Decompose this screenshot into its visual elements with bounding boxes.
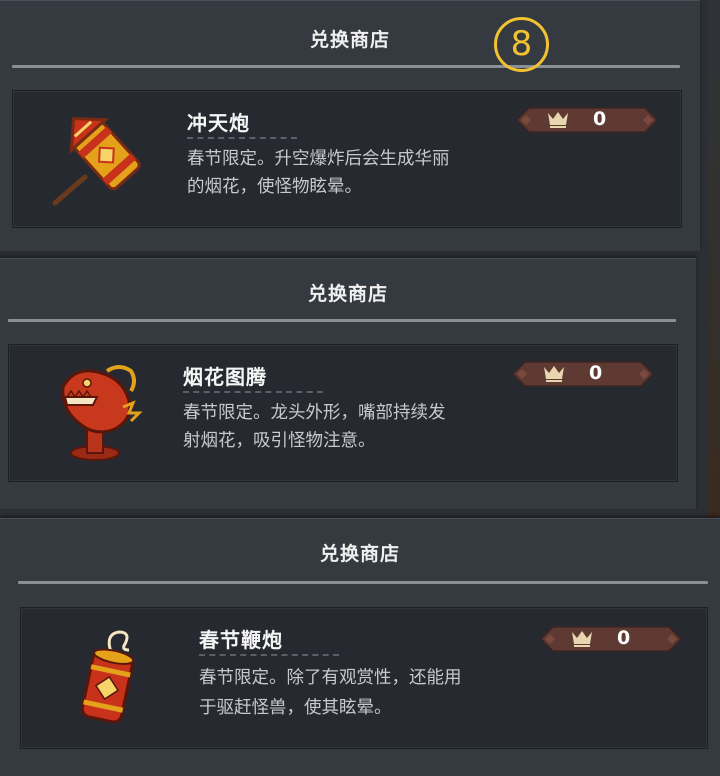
price-tag: 0 bbox=[513, 359, 653, 389]
crown-icon bbox=[548, 112, 568, 128]
shop-panel-3: 兑换商店 春节鞭炮 春节限定。除了有观赏性，还能用 于驱赶怪兽，使其眩晕。 0 bbox=[0, 518, 720, 776]
item-card-rocket[interactable]: 冲天炮 春节限定。升空爆炸后会生成华丽 的烟花，使怪物眩晕。 0 bbox=[12, 90, 682, 228]
firecracker-icon bbox=[59, 624, 169, 734]
item-name: 冲天炮 bbox=[187, 111, 250, 135]
item-name: 烟花图腾 bbox=[183, 365, 267, 389]
item-description-line-1: 春节限定。龙头外形，嘴部持续发 bbox=[183, 403, 446, 423]
panel-title: 兑换商店 bbox=[309, 29, 390, 51]
price-tag: 0 bbox=[541, 624, 681, 654]
step-marker-badge: 8 bbox=[494, 17, 549, 72]
crown-icon bbox=[544, 366, 564, 382]
panel-title: 兑换商店 bbox=[319, 543, 400, 565]
panel-title: 兑换商店 bbox=[307, 283, 388, 305]
dragon-totem-icon bbox=[45, 357, 155, 467]
item-card-dragon-totem[interactable]: 烟花图腾 春节限定。龙头外形，嘴部持续发 射烟花，吸引怪物注意。 0 bbox=[8, 344, 678, 482]
price-tag: 0 bbox=[517, 105, 657, 135]
shop-panel-1: 兑换商店 冲天炮 春节限定。升空爆炸后会生成华丽 的烟花，使怪物眩晕。 0 bbox=[0, 0, 700, 251]
title-divider bbox=[18, 581, 708, 584]
price-value: 0 bbox=[589, 362, 603, 384]
item-name: 春节鞭炮 bbox=[199, 628, 283, 652]
item-description-line-2: 射烟花，吸引怪物注意。 bbox=[183, 431, 376, 451]
title-divider bbox=[12, 65, 680, 68]
rocket-firework-icon bbox=[43, 105, 153, 215]
name-underline bbox=[183, 391, 323, 393]
item-description-line-1: 春节限定。升空爆炸后会生成华丽 bbox=[187, 149, 450, 169]
name-underline bbox=[199, 654, 339, 656]
title-divider bbox=[8, 319, 676, 322]
item-description-line-2: 于驱赶怪兽，使其眩晕。 bbox=[199, 698, 392, 718]
shop-panel-2: 兑换商店 烟花图腾 春节限定。龙头外形，嘴部持续发 射烟花，吸引怪物注意。 0 bbox=[0, 258, 696, 509]
name-underline bbox=[187, 137, 297, 139]
item-card-firecracker[interactable]: 春节鞭炮 春节限定。除了有观赏性，还能用 于驱赶怪兽，使其眩晕。 0 bbox=[20, 607, 708, 749]
price-value: 0 bbox=[593, 108, 607, 130]
item-description-line-2: 的烟花，使怪物眩晕。 bbox=[187, 177, 362, 197]
crown-icon bbox=[572, 631, 592, 647]
price-value: 0 bbox=[617, 627, 631, 649]
item-description-line-1: 春节限定。除了有观赏性，还能用 bbox=[199, 668, 462, 688]
